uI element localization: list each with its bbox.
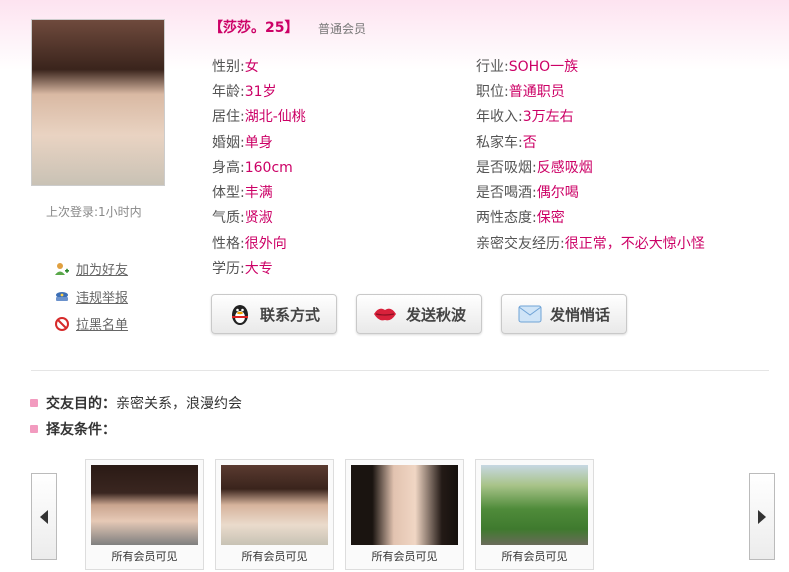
block-icon <box>55 316 69 331</box>
section-divider <box>31 370 769 371</box>
detail-experience: 亲密交友经历:很正常，不必大惊小怪 <box>476 236 705 252</box>
detail-age: 年龄:31岁 <box>212 84 277 100</box>
wink-button-label: 发送秋波 <box>405 305 466 324</box>
last-login-text: 上次登录:1小时内 <box>46 205 142 219</box>
photo-thumbnail[interactable]: 所有会员可见 <box>475 459 594 570</box>
detail-residence: 居住:湖北-仙桃 <box>212 109 306 125</box>
detail-gender: 性别:女 <box>212 59 259 75</box>
detail-industry: 行业:SOHO一族 <box>476 59 579 75</box>
chevron-right-icon <box>758 509 766 524</box>
chevron-left-icon <box>40 509 48 524</box>
profile-avatar[interactable] <box>31 19 165 186</box>
photo-image <box>91 465 198 545</box>
photo-image <box>221 465 328 545</box>
add-friend-label: 加为好友 <box>76 263 129 278</box>
lips-icon <box>373 308 396 321</box>
photo-image <box>481 465 588 545</box>
gallery-prev-button[interactable] <box>31 473 57 560</box>
photo-thumbnail[interactable]: 所有会员可见 <box>85 459 204 570</box>
detail-height: 身高:160cm <box>212 160 293 176</box>
contact-button-label: 联系方式 <box>259 305 320 324</box>
detail-attitude: 两性态度:保密 <box>476 210 565 226</box>
profile-name: 【莎莎。25】 <box>209 20 299 36</box>
add-friend-icon <box>55 262 69 275</box>
report-icon <box>56 291 68 301</box>
qq-penguin-icon <box>231 305 248 325</box>
photo-caption: 所有会员可见 <box>501 550 568 563</box>
photo-caption: 所有会员可见 <box>371 550 438 563</box>
bullet-icon <box>30 425 38 433</box>
photo-thumbnail[interactable]: 所有会员可见 <box>345 459 464 570</box>
photo-thumbnail[interactable]: 所有会员可见 <box>215 459 334 570</box>
block-label: 拉黑名单 <box>76 318 129 333</box>
photo-caption: 所有会员可见 <box>111 550 178 563</box>
detail-drinking: 是否喝酒:偶尔喝 <box>476 185 579 201</box>
detail-smoking: 是否吸烟:反感吸烟 <box>476 160 593 176</box>
member-level: 普通会员 <box>318 22 367 36</box>
bullet-icon <box>30 399 38 407</box>
gallery-next-button[interactable] <box>749 473 775 560</box>
report-link[interactable]: 违规举报 <box>54 287 128 306</box>
photo-caption: 所有会员可见 <box>241 550 308 563</box>
detail-personality: 性格:很外向 <box>212 236 287 252</box>
message-button[interactable]: 发悄悄话 <box>501 294 627 334</box>
add-friend-link[interactable]: 加为好友 <box>54 259 128 278</box>
detail-income: 年收入:3万左右 <box>476 109 574 125</box>
detail-car: 私家车:否 <box>476 135 537 151</box>
detail-marital: 婚姻:单身 <box>212 135 273 151</box>
block-link[interactable]: 拉黑名单 <box>54 314 128 333</box>
dating-purpose: 交友目的：亲密关系，浪漫约会 <box>30 393 242 413</box>
detail-position: 职位:普通职员 <box>476 84 565 100</box>
wink-button[interactable]: 发送秋波 <box>356 294 482 334</box>
message-button-label: 发悄悄话 <box>549 305 610 324</box>
detail-education: 学历:大专 <box>212 261 273 277</box>
detail-body-type: 体型:丰满 <box>212 185 273 201</box>
partner-criteria: 择友条件： <box>30 419 116 439</box>
envelope-icon <box>518 305 542 323</box>
photo-image <box>351 465 458 545</box>
detail-temperament: 气质:贤淑 <box>212 210 273 226</box>
report-label: 违规举报 <box>76 291 129 306</box>
contact-button[interactable]: 联系方式 <box>211 294 337 334</box>
